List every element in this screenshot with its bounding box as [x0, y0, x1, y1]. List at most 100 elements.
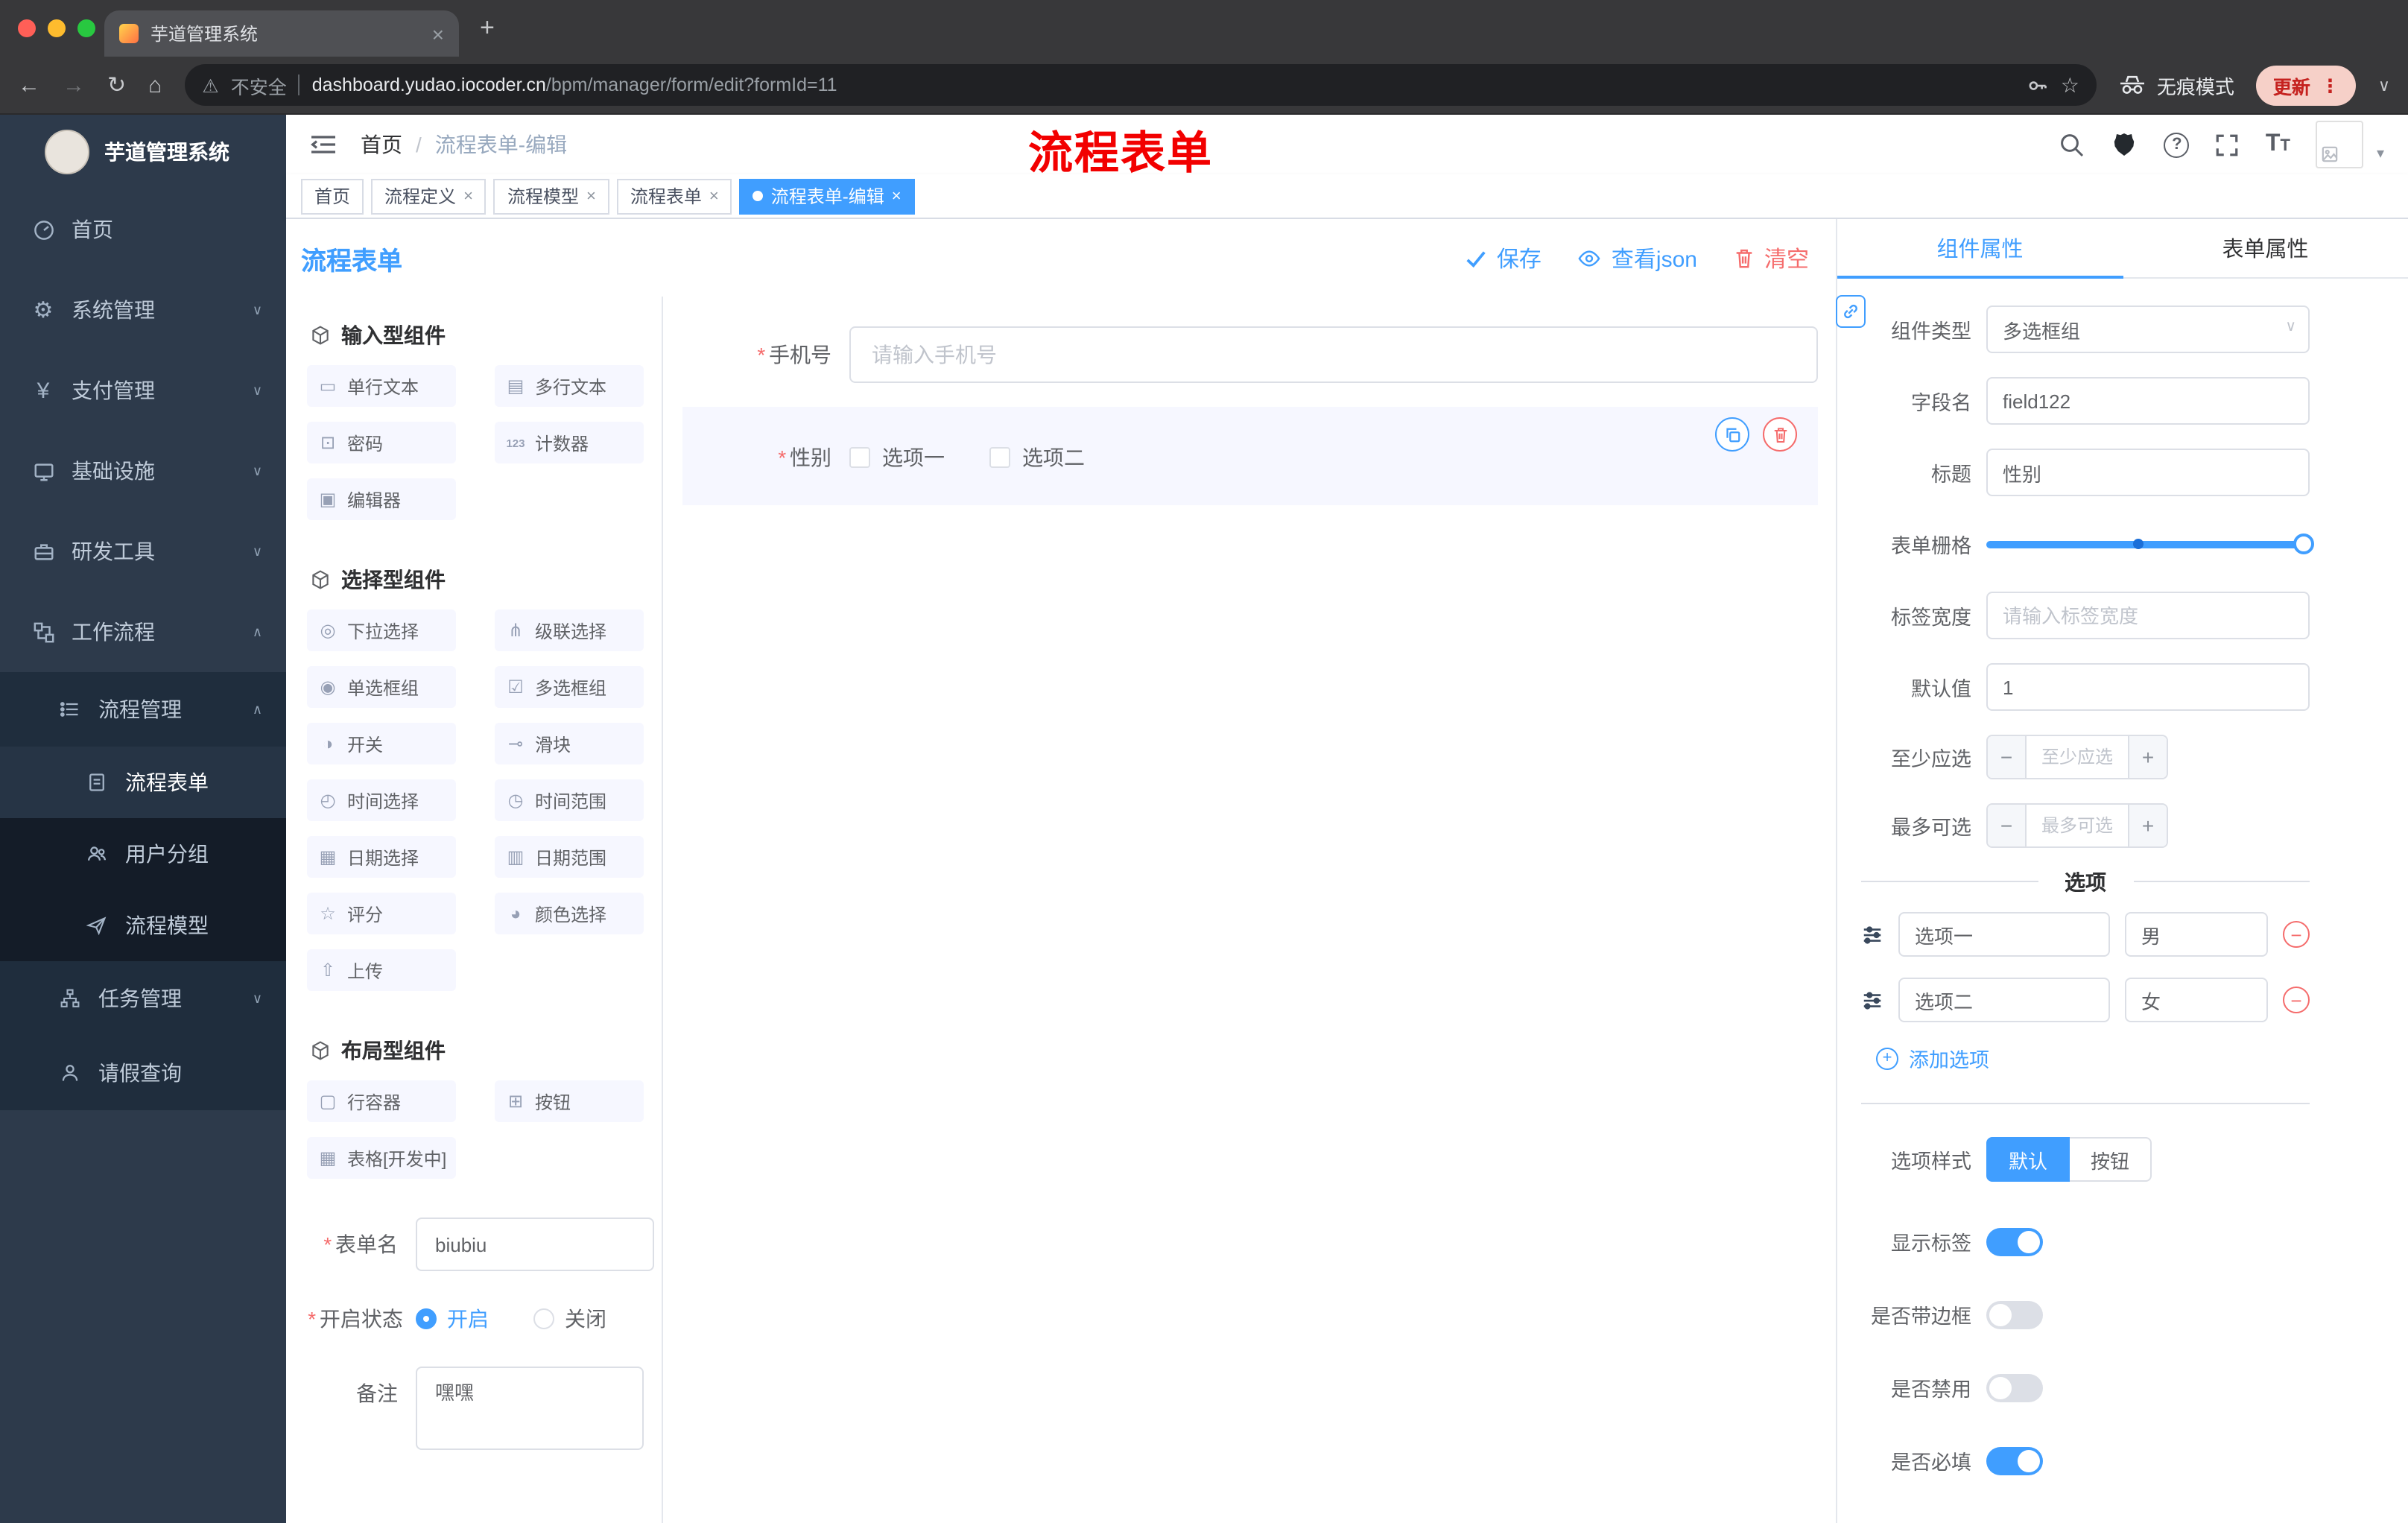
grid-slider[interactable]	[1986, 520, 2314, 568]
tag-home[interactable]: 首页	[301, 178, 364, 214]
option-label-input[interactable]	[1898, 978, 2110, 1022]
close-icon[interactable]: ×	[586, 187, 596, 205]
component-upload[interactable]: ⇧ 上传	[307, 949, 456, 991]
label-width-input[interactable]	[1986, 592, 2310, 639]
sidebar-item-system[interactable]: ⚙ 系统管理 ∨	[0, 270, 286, 350]
component-color-picker[interactable]: ◕ 颜色选择	[495, 893, 644, 934]
component-date-range[interactable]: ▥ 日期范围	[495, 836, 644, 878]
max-select-input[interactable]	[2027, 805, 2128, 846]
reload-icon[interactable]: ↻	[107, 74, 126, 96]
component-switch[interactable]: ◑ 开关	[307, 723, 456, 764]
option-value-input[interactable]	[2125, 978, 2268, 1022]
new-tab-button[interactable]: +	[480, 13, 495, 43]
font-size-icon[interactable]: TT	[2266, 131, 2290, 158]
component-cascader[interactable]: ⋔ 级联选择	[495, 609, 644, 651]
checkbox-box[interactable]	[849, 447, 870, 468]
tag-process-form[interactable]: 流程表单 ×	[616, 178, 732, 214]
component-slider[interactable]: ⊸ 滑块	[495, 723, 644, 764]
component-time-range[interactable]: ◷ 时间范围	[495, 779, 644, 821]
avatar-caret-icon[interactable]: ▾	[2377, 146, 2384, 168]
sidebar-item-user-group[interactable]: 用户分组	[0, 818, 286, 890]
border-toggle[interactable]	[1986, 1300, 2043, 1329]
component-password[interactable]: ⊡ 密码	[307, 422, 456, 463]
tab-component-props[interactable]: 组件属性	[1837, 219, 2123, 279]
fullscreen-icon[interactable]	[2215, 132, 2240, 157]
checkbox-option-1[interactable]: 选项一	[849, 443, 945, 472]
component-select[interactable]: ◎ 下拉选择	[307, 609, 456, 651]
component-counter[interactable]: 123 计数器	[495, 422, 644, 463]
component-radio-group[interactable]: ◉ 单选框组	[307, 666, 456, 708]
profile-chevron-icon[interactable]: ∨	[2378, 75, 2390, 95]
remove-option-button[interactable]: −	[2283, 987, 2310, 1013]
close-window-button[interactable]	[18, 19, 36, 37]
decrease-button[interactable]: −	[1988, 805, 2027, 846]
add-option-button[interactable]: + 添加选项	[1876, 1043, 2310, 1073]
sidebar-item-home[interactable]: 首页	[0, 189, 286, 270]
back-icon[interactable]: ←	[18, 74, 40, 96]
view-json-button[interactable]: 查看json	[1577, 242, 1697, 273]
drag-handle-icon[interactable]	[1861, 989, 1883, 1011]
default-value-input[interactable]	[1986, 663, 2310, 711]
field-name-input[interactable]	[1986, 377, 2310, 425]
disabled-toggle[interactable]	[1986, 1373, 2043, 1402]
password-key-icon[interactable]	[2027, 74, 2049, 96]
tab-close-icon[interactable]: ×	[432, 22, 444, 45]
tag-process-form-edit[interactable]: 流程表单-编辑 ×	[739, 178, 915, 214]
sidebar-item-infra[interactable]: 基础设施 ∨	[0, 431, 286, 511]
component-checkbox-group[interactable]: ☑ 多选框组	[495, 666, 644, 708]
clear-button[interactable]: 清空	[1733, 242, 1809, 273]
sidebar-item-process-mgmt[interactable]: 流程管理 ∧	[0, 672, 286, 747]
widget-phone[interactable]: * 手机号	[682, 311, 1818, 398]
browser-menu-icon[interactable]: ⋮	[2321, 74, 2339, 96]
style-default-button[interactable]: 默认	[1986, 1137, 2070, 1182]
home-icon[interactable]: ⌂	[148, 74, 162, 96]
component-rate[interactable]: ☆ 评分	[307, 893, 456, 934]
remove-option-button[interactable]: −	[2283, 921, 2310, 948]
title-input[interactable]	[1986, 449, 2310, 496]
sidebar-item-payment[interactable]: ¥ 支付管理 ∨	[0, 350, 286, 431]
save-button[interactable]: 保存	[1466, 242, 1542, 273]
copy-widget-button[interactable]	[1715, 417, 1749, 452]
component-date-picker[interactable]: ▦ 日期选择	[307, 836, 456, 878]
option-value-input[interactable]	[2125, 912, 2268, 957]
close-icon[interactable]: ×	[709, 187, 719, 205]
increase-button[interactable]: +	[2128, 736, 2167, 778]
sidebar-item-task-mgmt[interactable]: 任务管理 ∨	[0, 961, 286, 1036]
form-canvas[interactable]: *手机号 *性别 选项一 选项二	[665, 297, 1836, 1523]
sidebar-item-leave-query[interactable]: 请假查询	[0, 1036, 286, 1110]
show-label-toggle[interactable]	[1986, 1227, 2043, 1256]
sidebar-item-devtools[interactable]: 研发工具 ∨	[0, 511, 286, 592]
form-remark-textarea[interactable]: 嘿嘿	[416, 1367, 644, 1450]
delete-widget-button[interactable]	[1763, 417, 1797, 452]
sidebar-item-workflow[interactable]: 工作流程 ∧	[0, 592, 286, 672]
zoom-window-button[interactable]	[77, 19, 95, 37]
style-button-button[interactable]: 按钮	[2070, 1137, 2152, 1182]
sidebar-item-process-form[interactable]: 流程表单	[0, 747, 286, 818]
close-icon[interactable]: ×	[892, 187, 902, 205]
sidebar-fold-icon[interactable]	[310, 133, 337, 156]
checkbox-option-2[interactable]: 选项二	[989, 443, 1085, 472]
component-type-select[interactable]: 多选框组 ∨	[1986, 305, 2310, 353]
help-icon[interactable]: ?	[2164, 132, 2190, 157]
component-row-container[interactable]: ▢ 行容器	[307, 1080, 456, 1122]
address-bar[interactable]: ⚠ 不安全 dashboard.yudao.iocoder.cn/bpm/man…	[184, 64, 2097, 106]
radio-closed[interactable]: 关闭	[533, 1304, 606, 1334]
component-editor[interactable]: ▣ 编辑器	[307, 478, 456, 520]
min-select-input[interactable]	[2027, 736, 2128, 778]
radio-open[interactable]: 开启	[416, 1304, 489, 1334]
increase-button[interactable]: +	[2128, 805, 2167, 846]
checkbox-box[interactable]	[989, 447, 1010, 468]
decrease-button[interactable]: −	[1988, 736, 2027, 778]
widget-gender-selected[interactable]: * 性别 选项一 选项二	[682, 407, 1818, 505]
tag-process-model[interactable]: 流程模型 ×	[493, 178, 609, 214]
browser-update-button[interactable]: 更新 ⋮	[2256, 65, 2356, 105]
required-toggle[interactable]	[1986, 1446, 2043, 1475]
avatar[interactable]	[2315, 121, 2363, 168]
slider-knob[interactable]	[2293, 533, 2314, 554]
phone-input[interactable]	[849, 326, 1818, 383]
github-icon[interactable]	[2111, 131, 2139, 158]
component-single-text[interactable]: ▭ 单行文本	[307, 365, 456, 407]
drag-handle-icon[interactable]	[1861, 923, 1883, 946]
component-multi-text[interactable]: ▤ 多行文本	[495, 365, 644, 407]
slider-track[interactable]	[1986, 533, 2314, 554]
